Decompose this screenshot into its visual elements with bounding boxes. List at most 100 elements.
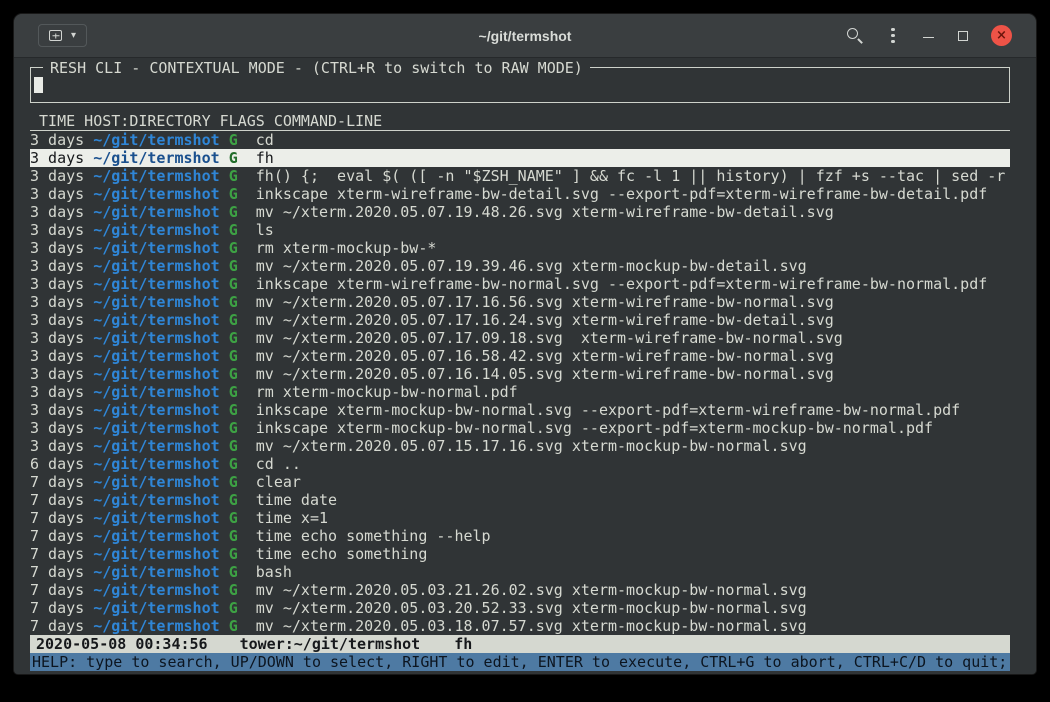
row-flags: G (229, 329, 238, 347)
row-flags: G (229, 239, 238, 257)
row-host-dir: ~/git/termshot (93, 545, 219, 563)
status-host-dir: tower:~/git/termshot (240, 635, 421, 653)
row-time: 3 days (30, 239, 84, 257)
row-host-dir: ~/git/termshot (93, 527, 219, 545)
row-command: inkscape xterm-wireframe-bw-normal.svg -… (256, 275, 988, 293)
history-row[interactable]: 3 days ~/git/termshot G mv ~/xterm.2020.… (30, 311, 1010, 329)
terminal-content[interactable]: RESH CLI - CONTEXTUAL MODE - (CTRL+R to … (14, 58, 1036, 674)
row-flags: G (229, 293, 238, 311)
row-flags: G (229, 167, 238, 185)
row-command: fh (256, 149, 274, 167)
row-time: 3 days (30, 329, 84, 347)
history-row[interactable]: 3 days ~/git/termshot G mv ~/xterm.2020.… (30, 257, 1010, 275)
row-host-dir: ~/git/termshot (93, 275, 219, 293)
history-row[interactable]: 7 days ~/git/termshot G clear (30, 473, 1010, 491)
row-time: 3 days (30, 167, 84, 185)
row-host-dir: ~/git/termshot (93, 437, 219, 455)
row-flags: G (229, 365, 238, 383)
row-flags: G (229, 563, 238, 581)
history-row[interactable]: 3 days ~/git/termshot G inkscape xterm-m… (30, 401, 1010, 419)
row-command: inkscape xterm-mockup-bw-normal.svg --ex… (256, 419, 933, 437)
row-flags: G (229, 419, 238, 437)
titlebar-controls: × (846, 25, 1036, 46)
history-row[interactable]: 7 days ~/git/termshot G time echo someth… (30, 527, 1010, 545)
row-command: mv ~/xterm.2020.05.07.16.14.05.svg xterm… (256, 365, 834, 383)
row-flags: G (229, 545, 238, 563)
row-host-dir: ~/git/termshot (93, 419, 219, 437)
row-flags: G (229, 527, 238, 545)
history-row[interactable]: 7 days ~/git/termshot G mv ~/xterm.2020.… (30, 599, 1010, 617)
row-command: fh() {; eval $( ([ -n "$ZSH_NAME" ] && f… (256, 167, 1006, 185)
history-row[interactable]: 3 days ~/git/termshot G mv ~/xterm.2020.… (30, 347, 1010, 365)
search-icon[interactable] (846, 27, 863, 44)
row-host-dir: ~/git/termshot (93, 329, 219, 347)
row-flags: G (229, 509, 238, 527)
status-bar: 2020-05-08 00:34:56 tower:~/git/termshot… (30, 635, 1010, 653)
row-host-dir: ~/git/termshot (93, 365, 219, 383)
row-time: 3 days (30, 365, 84, 383)
search-box[interactable]: RESH CLI - CONTEXTUAL MODE - (CTRL+R to … (30, 67, 1010, 103)
new-tab-icon (49, 30, 62, 41)
history-row[interactable]: 3 days ~/git/termshot G mv ~/xterm.2020.… (30, 437, 1010, 455)
row-host-dir: ~/git/termshot (93, 383, 219, 401)
kebab-menu-icon[interactable] (886, 28, 900, 43)
row-flags: G (229, 203, 238, 221)
close-button[interactable]: × (991, 25, 1012, 46)
new-tab-button[interactable]: ▾ (38, 24, 87, 47)
row-command: inkscape xterm-mockup-bw-normal.svg --ex… (256, 401, 960, 419)
text-cursor (34, 77, 43, 93)
row-host-dir: ~/git/termshot (93, 293, 219, 311)
row-command: mv ~/xterm.2020.05.07.17.16.24.svg xterm… (256, 311, 834, 329)
row-host-dir: ~/git/termshot (93, 203, 219, 221)
history-row[interactable]: 3 days ~/git/termshot G mv ~/xterm.2020.… (30, 293, 1010, 311)
row-flags: G (229, 131, 238, 149)
row-command: mv ~/xterm.2020.05.07.17.16.56.svg xterm… (256, 293, 834, 311)
history-row-selected[interactable]: 3 days ~/git/termshot G fh (30, 149, 1010, 167)
history-row[interactable]: 3 days ~/git/termshot G fh() {; eval $( … (30, 167, 1010, 185)
history-row[interactable]: 3 days ~/git/termshot G mv ~/xterm.2020.… (30, 365, 1010, 383)
row-command: time echo something (256, 545, 428, 563)
row-host-dir: ~/git/termshot (93, 347, 219, 365)
history-row[interactable]: 6 days ~/git/termshot G cd .. (30, 455, 1010, 473)
row-host-dir: ~/git/termshot (93, 491, 219, 509)
row-flags: G (229, 491, 238, 509)
history-row[interactable]: 3 days ~/git/termshot G mv ~/xterm.2020.… (30, 203, 1010, 221)
row-time: 6 days (30, 455, 84, 473)
row-command: rm xterm-mockup-bw-* (256, 239, 437, 257)
row-command: mv ~/xterm.2020.05.03.20.52.33.svg xterm… (256, 599, 807, 617)
minimize-button[interactable] (923, 29, 935, 43)
row-command: mv ~/xterm.2020.05.03.21.26.02.svg xterm… (256, 581, 807, 599)
history-row[interactable]: 3 days ~/git/termshot G rm xterm-mockup-… (30, 383, 1010, 401)
history-row[interactable]: 3 days ~/git/termshot G inkscape xterm-m… (30, 419, 1010, 437)
row-time: 7 days (30, 527, 84, 545)
row-host-dir: ~/git/termshot (93, 149, 219, 167)
history-row[interactable]: 3 days ~/git/termshot G inkscape xterm-w… (30, 185, 1010, 203)
history-row[interactable]: 3 days ~/git/termshot G inkscape xterm-w… (30, 275, 1010, 293)
history-row[interactable]: 7 days ~/git/termshot G time date (30, 491, 1010, 509)
history-row[interactable]: 3 days ~/git/termshot G mv ~/xterm.2020.… (30, 329, 1010, 347)
history-row[interactable]: 7 days ~/git/termshot G mv ~/xterm.2020.… (30, 617, 1010, 635)
history-row[interactable]: 3 days ~/git/termshot G rm xterm-mockup-… (30, 239, 1010, 257)
history-row[interactable]: 7 days ~/git/termshot G time x=1 (30, 509, 1010, 527)
row-flags: G (229, 581, 238, 599)
row-command: mv ~/xterm.2020.05.03.18.07.57.svg xterm… (256, 617, 807, 635)
column-headers: TIME HOST:DIRECTORY FLAGS COMMAND-LINE (30, 112, 1010, 131)
row-command: time x=1 (256, 509, 328, 527)
history-row[interactable]: 3 days ~/git/termshot G cd (30, 131, 1010, 149)
row-command: time date (256, 491, 337, 509)
titlebar[interactable]: ▾ ~/git/termshot × (14, 14, 1036, 58)
history-row[interactable]: 7 days ~/git/termshot G bash (30, 563, 1010, 581)
history-row[interactable]: 7 days ~/git/termshot G time echo someth… (30, 545, 1010, 563)
row-host-dir: ~/git/termshot (93, 221, 219, 239)
row-host-dir: ~/git/termshot (93, 131, 219, 149)
history-row[interactable]: 3 days ~/git/termshot G ls (30, 221, 1010, 239)
row-flags: G (229, 311, 238, 329)
row-time: 3 days (30, 347, 84, 365)
row-time: 3 days (30, 275, 84, 293)
history-row[interactable]: 7 days ~/git/termshot G mv ~/xterm.2020.… (30, 581, 1010, 599)
row-time: 3 days (30, 293, 84, 311)
mode-title: RESH CLI - CONTEXTUAL MODE - (CTRL+R to … (43, 59, 590, 77)
restore-button[interactable] (958, 31, 968, 41)
row-time: 3 days (30, 185, 84, 203)
row-flags: G (229, 617, 238, 635)
